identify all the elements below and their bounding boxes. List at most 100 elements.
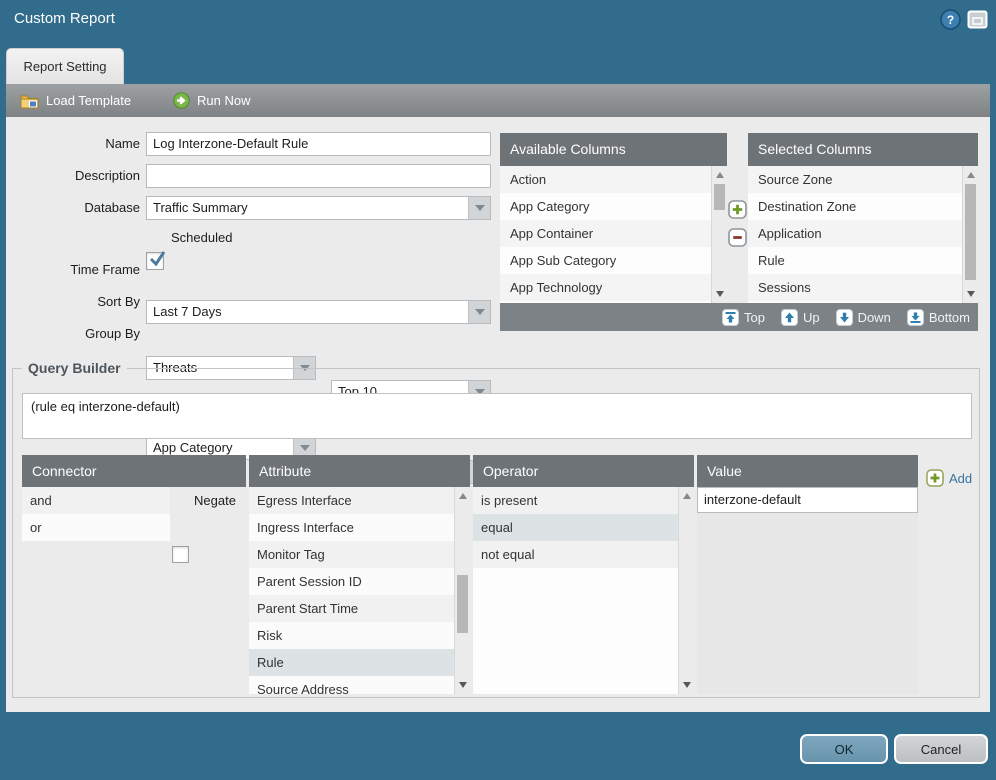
chevron-down-icon[interactable] [468, 301, 490, 323]
value-input[interactable]: interzone-default [697, 487, 918, 513]
time-frame-value: Last 7 Days [153, 304, 222, 319]
scrollbar[interactable] [962, 166, 978, 303]
query-textarea[interactable]: (rule eq interzone-default) [22, 393, 972, 439]
attribute-option-selected[interactable]: Rule [249, 649, 470, 676]
tab-label: Report Setting [23, 59, 106, 74]
connector-option-and[interactable]: and [22, 487, 170, 514]
load-template-label: Load Template [46, 93, 131, 108]
operator-column: is present equal not equal [473, 487, 694, 694]
scroll-up-icon[interactable] [683, 493, 691, 499]
svg-text:?: ? [947, 13, 954, 27]
toolbar: Load Template Run Now [6, 84, 990, 117]
attribute-option[interactable]: Risk [249, 622, 470, 649]
list-item[interactable]: Sessions [748, 274, 978, 301]
add-condition-button[interactable]: Add [926, 469, 972, 487]
scroll-down-icon[interactable] [967, 291, 975, 297]
scroll-up-icon[interactable] [459, 493, 467, 499]
name-input[interactable]: Log Interzone-Default Rule [146, 132, 491, 156]
attribute-option[interactable]: Parent Session ID [249, 568, 470, 595]
top-button[interactable]: Top [722, 309, 765, 326]
available-columns-panel: Available Columns Action App Category Ap… [500, 133, 727, 303]
scroll-up-icon[interactable] [967, 172, 975, 178]
list-item[interactable]: Application [748, 220, 978, 247]
folder-icon [20, 93, 39, 109]
scroll-down-icon[interactable] [683, 682, 691, 688]
plus-icon [926, 469, 944, 487]
remove-column-button[interactable] [728, 228, 747, 247]
list-item[interactable]: App Container [500, 220, 727, 247]
scheduled-label: Scheduled [171, 229, 232, 247]
window-icon[interactable] [967, 10, 988, 29]
selected-columns-panel: Selected Columns Source Zone Destination… [748, 133, 978, 303]
connector-column: and or Negate [22, 487, 246, 694]
attribute-option[interactable]: Egress Interface [249, 487, 470, 514]
chevron-down-icon[interactable] [468, 197, 490, 219]
attribute-option[interactable]: Source Address [249, 676, 470, 694]
time-frame-label: Time Frame [6, 258, 140, 282]
scroll-up-icon[interactable] [716, 172, 724, 178]
scrollbar[interactable] [678, 487, 694, 694]
run-now-button[interactable]: Run Now [163, 84, 260, 117]
description-input[interactable] [146, 164, 491, 188]
run-now-label: Run Now [197, 93, 250, 108]
attribute-header: Attribute [249, 455, 470, 487]
reorder-bar: Top Up Down Bottom [500, 303, 978, 331]
load-template-button[interactable]: Load Template [10, 84, 141, 117]
list-item[interactable]: App Sub Category [500, 247, 727, 274]
tab-report-setting[interactable]: Report Setting [6, 48, 124, 84]
operator-option-selected[interactable]: equal [473, 514, 694, 541]
connector-header: Connector [22, 455, 246, 487]
scroll-thumb[interactable] [457, 575, 468, 633]
down-button[interactable]: Down [836, 309, 891, 326]
down-label: Down [858, 310, 891, 325]
top-label: Top [744, 310, 765, 325]
up-label: Up [803, 310, 820, 325]
attribute-option[interactable]: Ingress Interface [249, 514, 470, 541]
list-item[interactable]: Rule [748, 247, 978, 274]
time-frame-select[interactable]: Last 7 Days [146, 300, 491, 324]
attribute-option[interactable]: Monitor Tag [249, 541, 470, 568]
list-item[interactable]: Action [500, 166, 727, 193]
attribute-column: Egress Interface Ingress Interface Monit… [249, 487, 470, 694]
list-item[interactable]: Source Zone [748, 166, 978, 193]
selected-columns-list: Source Zone Destination Zone Application… [748, 166, 978, 303]
name-label: Name [6, 132, 140, 156]
sort-by-label: Sort By [6, 290, 140, 314]
list-item[interactable]: App Technology [500, 274, 727, 301]
run-icon [173, 92, 190, 109]
help-icon[interactable]: ? [940, 9, 961, 30]
attribute-option[interactable]: Parent Start Time [249, 595, 470, 622]
group-by-label: Group By [6, 322, 140, 346]
scroll-down-icon[interactable] [459, 682, 467, 688]
move-top-icon [722, 309, 739, 326]
available-columns-list: Action App Category App Container App Su… [500, 166, 727, 303]
scrollbar[interactable] [711, 166, 727, 303]
negate-checkbox[interactable] [172, 546, 189, 563]
scroll-thumb[interactable] [714, 184, 725, 210]
up-button[interactable]: Up [781, 309, 820, 326]
scheduled-checkbox[interactable] [146, 252, 164, 270]
connector-option-or[interactable]: or [22, 514, 170, 541]
content-panel: Name Description Database Time Frame Sor… [6, 117, 990, 712]
list-item[interactable]: Destination Zone [748, 193, 978, 220]
operator-option[interactable]: is present [473, 487, 694, 514]
operator-header: Operator [473, 455, 694, 487]
cancel-button[interactable]: Cancel [894, 734, 988, 764]
list-item[interactable]: App Category [500, 193, 727, 220]
database-value: Traffic Summary [153, 200, 248, 215]
ok-label: OK [835, 742, 854, 757]
bottom-button[interactable]: Bottom [907, 309, 970, 326]
scroll-thumb[interactable] [965, 184, 976, 280]
ok-button[interactable]: OK [800, 734, 888, 764]
move-down-icon [836, 309, 853, 326]
database-select[interactable]: Traffic Summary [146, 196, 491, 220]
available-columns-header: Available Columns [500, 133, 727, 166]
bottom-label: Bottom [929, 310, 970, 325]
database-label: Database [6, 196, 140, 220]
add-column-button[interactable] [728, 200, 747, 219]
selected-columns-header: Selected Columns [748, 133, 978, 166]
operator-option[interactable]: not equal [473, 541, 694, 568]
scroll-down-icon[interactable] [716, 291, 724, 297]
value-column: interzone-default [697, 487, 918, 694]
scrollbar[interactable] [454, 487, 470, 694]
